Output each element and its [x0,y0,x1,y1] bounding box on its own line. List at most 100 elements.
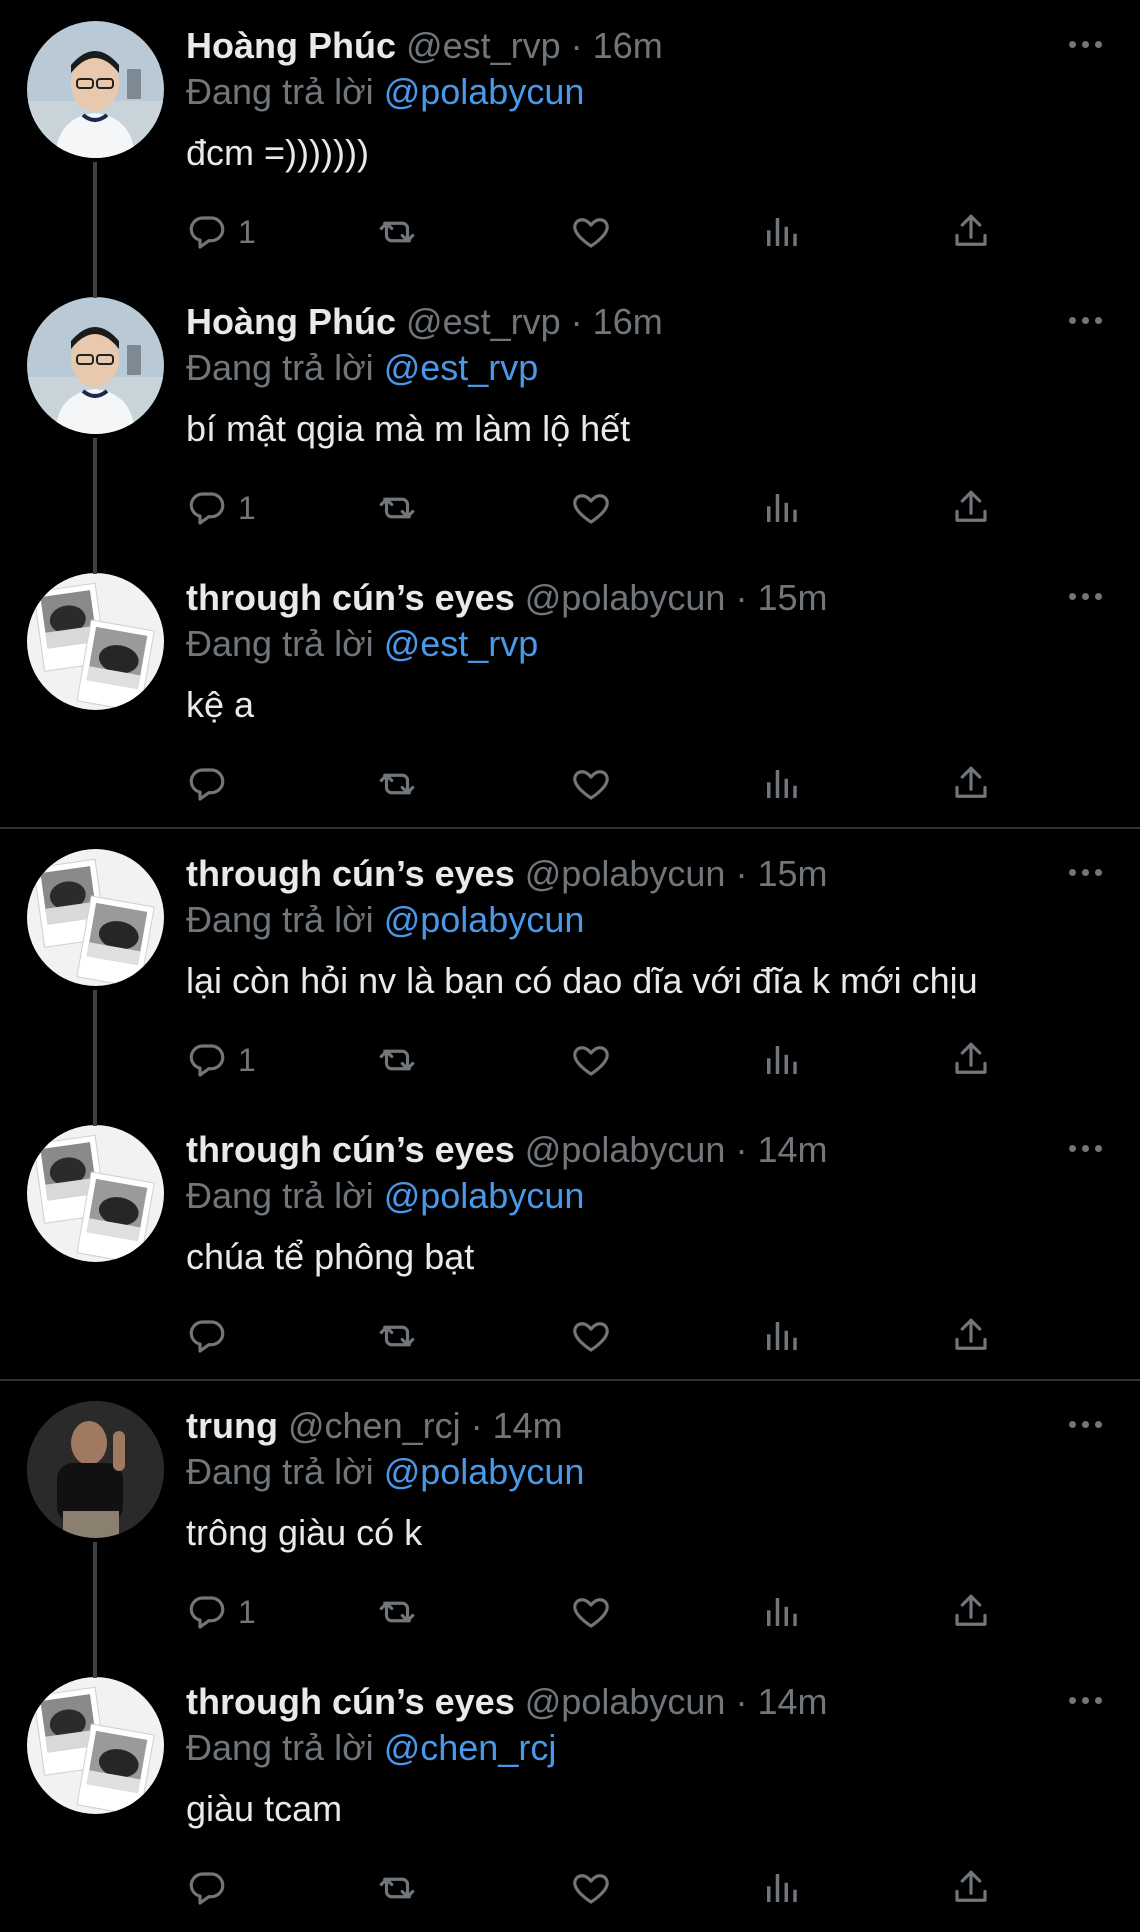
more-icon[interactable] [1062,1410,1108,1438]
more-icon[interactable] [1062,306,1108,334]
timestamp[interactable]: 14m [493,1405,563,1446]
share-button[interactable] [950,1036,992,1084]
views-button[interactable] [760,1036,802,1084]
user-handle[interactable]: @est_rvp [406,25,561,66]
reply-button[interactable] [186,760,238,808]
like-button[interactable] [570,484,612,532]
tweet-header: trung @chen_rcj · 14m [186,1402,563,1450]
replying-to-label: Đang trả lời [186,1175,374,1216]
share-button[interactable] [950,760,992,808]
tweet-text: chúa tể phông bạt [186,1236,475,1277]
retweet-button[interactable] [376,1588,418,1636]
views-button[interactable] [760,1588,802,1636]
replying-to: Đang trả lời @polabycun [186,68,584,116]
views-button[interactable] [760,484,802,532]
reply-button[interactable]: 1 [186,208,256,256]
views-button[interactable] [760,760,802,808]
retweet-button[interactable] [376,760,418,808]
display-name[interactable]: through cún’s eyes [186,1129,515,1170]
avatar[interactable] [27,1677,164,1814]
like-button[interactable] [570,1864,612,1912]
timestamp[interactable]: 16m [593,25,663,66]
avatar[interactable] [27,1401,164,1538]
reply-count: 1 [238,489,256,526]
user-handle[interactable]: @polabycun [525,577,726,618]
mention-link[interactable]: @est_rvp [384,623,539,664]
timestamp[interactable]: 14m [757,1129,827,1170]
tweet-text: bí mật qgia mà m làm lộ hết [186,408,631,449]
user-handle[interactable]: @est_rvp [406,301,561,342]
tweet[interactable]: Hoàng Phúc @est_rvp · 16m Đang trả lời @… [0,276,1140,552]
user-handle[interactable]: @polabycun [525,1129,726,1170]
avatar[interactable] [27,1125,164,1262]
share-button[interactable] [950,1588,992,1636]
avatar[interactable] [27,297,164,434]
mention-link[interactable]: @polabycun [384,71,585,112]
heart-icon [570,763,612,805]
reply-icon [186,1315,228,1357]
retweet-button[interactable] [376,1312,418,1360]
mention-link[interactable]: @polabycun [384,1451,585,1492]
avatar[interactable] [27,573,164,710]
like-button[interactable] [570,1312,612,1360]
more-icon[interactable] [1062,1134,1108,1162]
retweet-button[interactable] [376,1036,418,1084]
reply-button[interactable]: 1 [186,1588,256,1636]
like-button[interactable] [570,208,612,256]
share-button[interactable] [950,1312,992,1360]
tweet-header: through cún’s eyes @polabycun · 14m [186,1126,827,1174]
views-button[interactable] [760,1312,802,1360]
display-name[interactable]: through cún’s eyes [186,853,515,894]
retweet-button[interactable] [376,208,418,256]
display-name[interactable]: trung [186,1405,278,1446]
display-name[interactable]: Hoàng Phúc [186,25,396,66]
timestamp[interactable]: 16m [593,301,663,342]
mention-link[interactable]: @polabycun [384,1175,585,1216]
avatar[interactable] [27,21,164,158]
share-icon [950,1039,992,1081]
retweet-button[interactable] [376,484,418,532]
timestamp[interactable]: 15m [757,853,827,894]
reply-button[interactable]: 1 [186,484,256,532]
tweet-header: Hoàng Phúc @est_rvp · 16m [186,22,663,70]
views-button[interactable] [760,1864,802,1912]
more-icon[interactable] [1062,582,1108,610]
reply-button[interactable]: 1 [186,1036,256,1084]
tweet[interactable]: trung @chen_rcj · 14m Đang trả lời @pola… [0,1380,1140,1656]
like-button[interactable] [570,1588,612,1636]
user-handle[interactable]: @chen_rcj [288,1405,461,1446]
tweet-text: trông giàu có k [186,1512,423,1553]
replying-to-label: Đang trả lời [186,1727,374,1768]
share-button[interactable] [950,1864,992,1912]
tweet[interactable]: through cún’s eyes @polabycun · 14m Đang… [0,1104,1140,1380]
share-button[interactable] [950,208,992,256]
more-icon[interactable] [1062,30,1108,58]
reply-thread-feed: Hoàng Phúc @est_rvp · 16m Đang trả lời @… [0,0,1140,1920]
mention-link[interactable]: @est_rvp [384,347,539,388]
tweet-actions: 1 [0,1036,1140,1084]
user-handle[interactable]: @polabycun [525,853,726,894]
share-button[interactable] [950,484,992,532]
user-handle[interactable]: @polabycun [525,1681,726,1722]
tweet[interactable]: through cún’s eyes @polabycun · 15m Đang… [0,552,1140,828]
mention-link[interactable]: @chen_rcj [384,1727,557,1768]
more-icon[interactable] [1062,858,1108,886]
more-icon[interactable] [1062,1686,1108,1714]
views-button[interactable] [760,208,802,256]
reply-button[interactable] [186,1312,238,1360]
avatar[interactable] [27,849,164,986]
tweet[interactable]: Hoàng Phúc @est_rvp · 16m Đang trả lời @… [0,0,1140,276]
timestamp[interactable]: 15m [757,577,827,618]
mention-link[interactable]: @polabycun [384,899,585,940]
reply-button[interactable] [186,1864,238,1912]
tweet-text: giàu tcam [186,1788,343,1829]
retweet-button[interactable] [376,1864,418,1912]
display-name[interactable]: Hoàng Phúc [186,301,396,342]
tweet[interactable]: through cún’s eyes @polabycun · 15m Đang… [0,828,1140,1104]
timestamp[interactable]: 14m [757,1681,827,1722]
tweet[interactable]: through cún’s eyes @polabycun · 14m Đang… [0,1656,1140,1932]
display-name[interactable]: through cún’s eyes [186,577,515,618]
like-button[interactable] [570,1036,612,1084]
like-button[interactable] [570,760,612,808]
display-name[interactable]: through cún’s eyes [186,1681,515,1722]
